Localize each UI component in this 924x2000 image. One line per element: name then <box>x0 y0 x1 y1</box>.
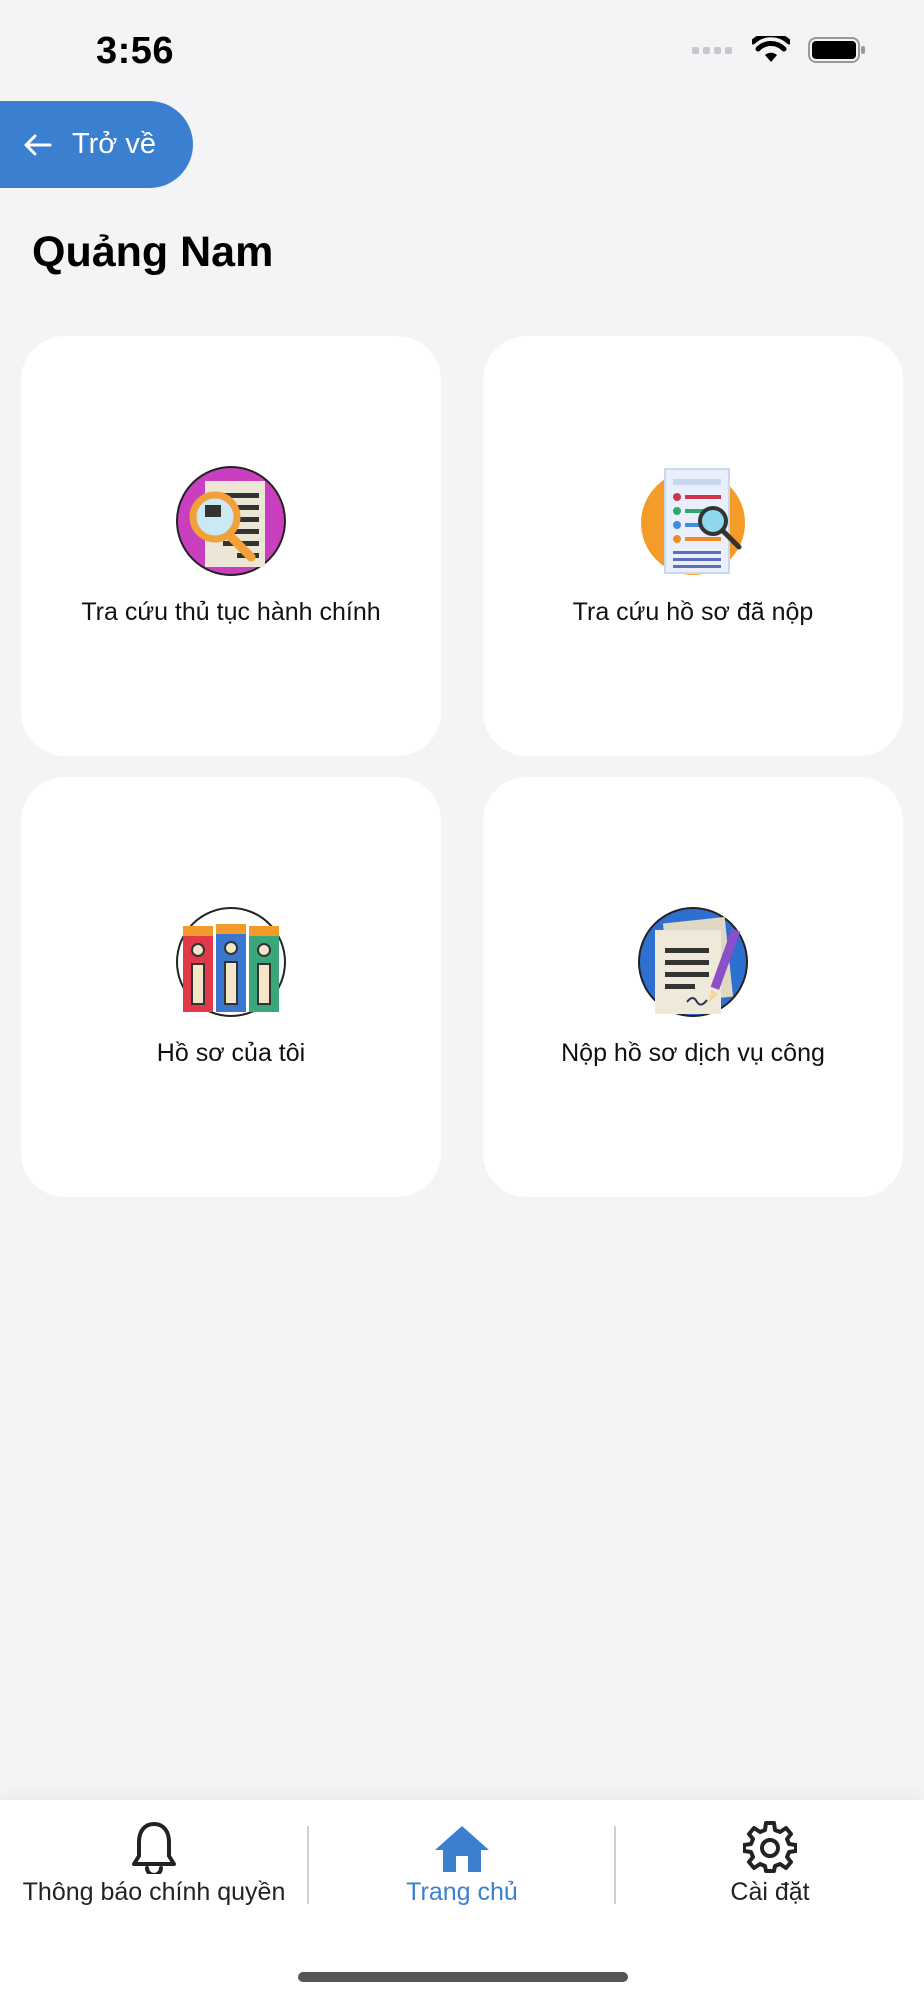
home-indicator <box>298 1972 628 1982</box>
submit-service-icon <box>638 906 748 1017</box>
card-label: Hồ sơ của tôi <box>156 1038 306 1067</box>
nav-item-home[interactable]: Trang chủ <box>308 1818 616 1907</box>
arrow-left-icon <box>24 134 52 155</box>
signal-icon <box>692 47 732 54</box>
card-my-files[interactable]: Hồ sơ của tôi <box>21 777 441 1197</box>
wifi-icon <box>752 36 790 62</box>
card-search-submitted[interactable]: Tra cứu hồ sơ đã nộp <box>483 336 903 756</box>
status-time: 3:56 <box>96 30 175 72</box>
gear-icon <box>743 1821 797 1873</box>
app-screen: 3:56 Trở về Quảng Nam Tra cứu thủ tục hà… <box>0 0 924 2000</box>
bell-icon <box>132 1822 176 1874</box>
card-search-procedure[interactable]: Tra cứu thủ tục hành chính <box>21 336 441 756</box>
nav-item-settings[interactable]: Cài đặt <box>616 1818 924 1907</box>
card-label: Tra cứu thủ tục hành chính <box>81 597 381 626</box>
search-procedure-icon <box>176 465 286 576</box>
search-submitted-icon <box>641 467 745 575</box>
battery-icon <box>808 37 865 63</box>
card-label: Nộp hồ sơ dịch vụ công <box>561 1038 825 1067</box>
status-icons <box>692 36 866 64</box>
card-label: Tra cứu hồ sơ đã nộp <box>572 597 814 626</box>
back-button[interactable]: Trở về <box>0 101 193 188</box>
home-icon <box>435 1826 489 1872</box>
nav-label: Cài đặt <box>730 1878 810 1906</box>
back-label: Trở về <box>72 128 156 160</box>
my-files-icon <box>176 906 286 1017</box>
nav-item-notifications[interactable]: Thông báo chính quyền <box>0 1818 308 1907</box>
bottom-nav: Thông báo chính quyền Trang chủ Cài đặt <box>0 1800 924 2000</box>
nav-label: Thông báo chính quyền <box>22 1878 286 1906</box>
card-submit-service[interactable]: Nộp hồ sơ dịch vụ công <box>483 777 903 1197</box>
page-title: Quảng Nam <box>32 228 274 276</box>
nav-label: Trang chủ <box>406 1878 518 1906</box>
